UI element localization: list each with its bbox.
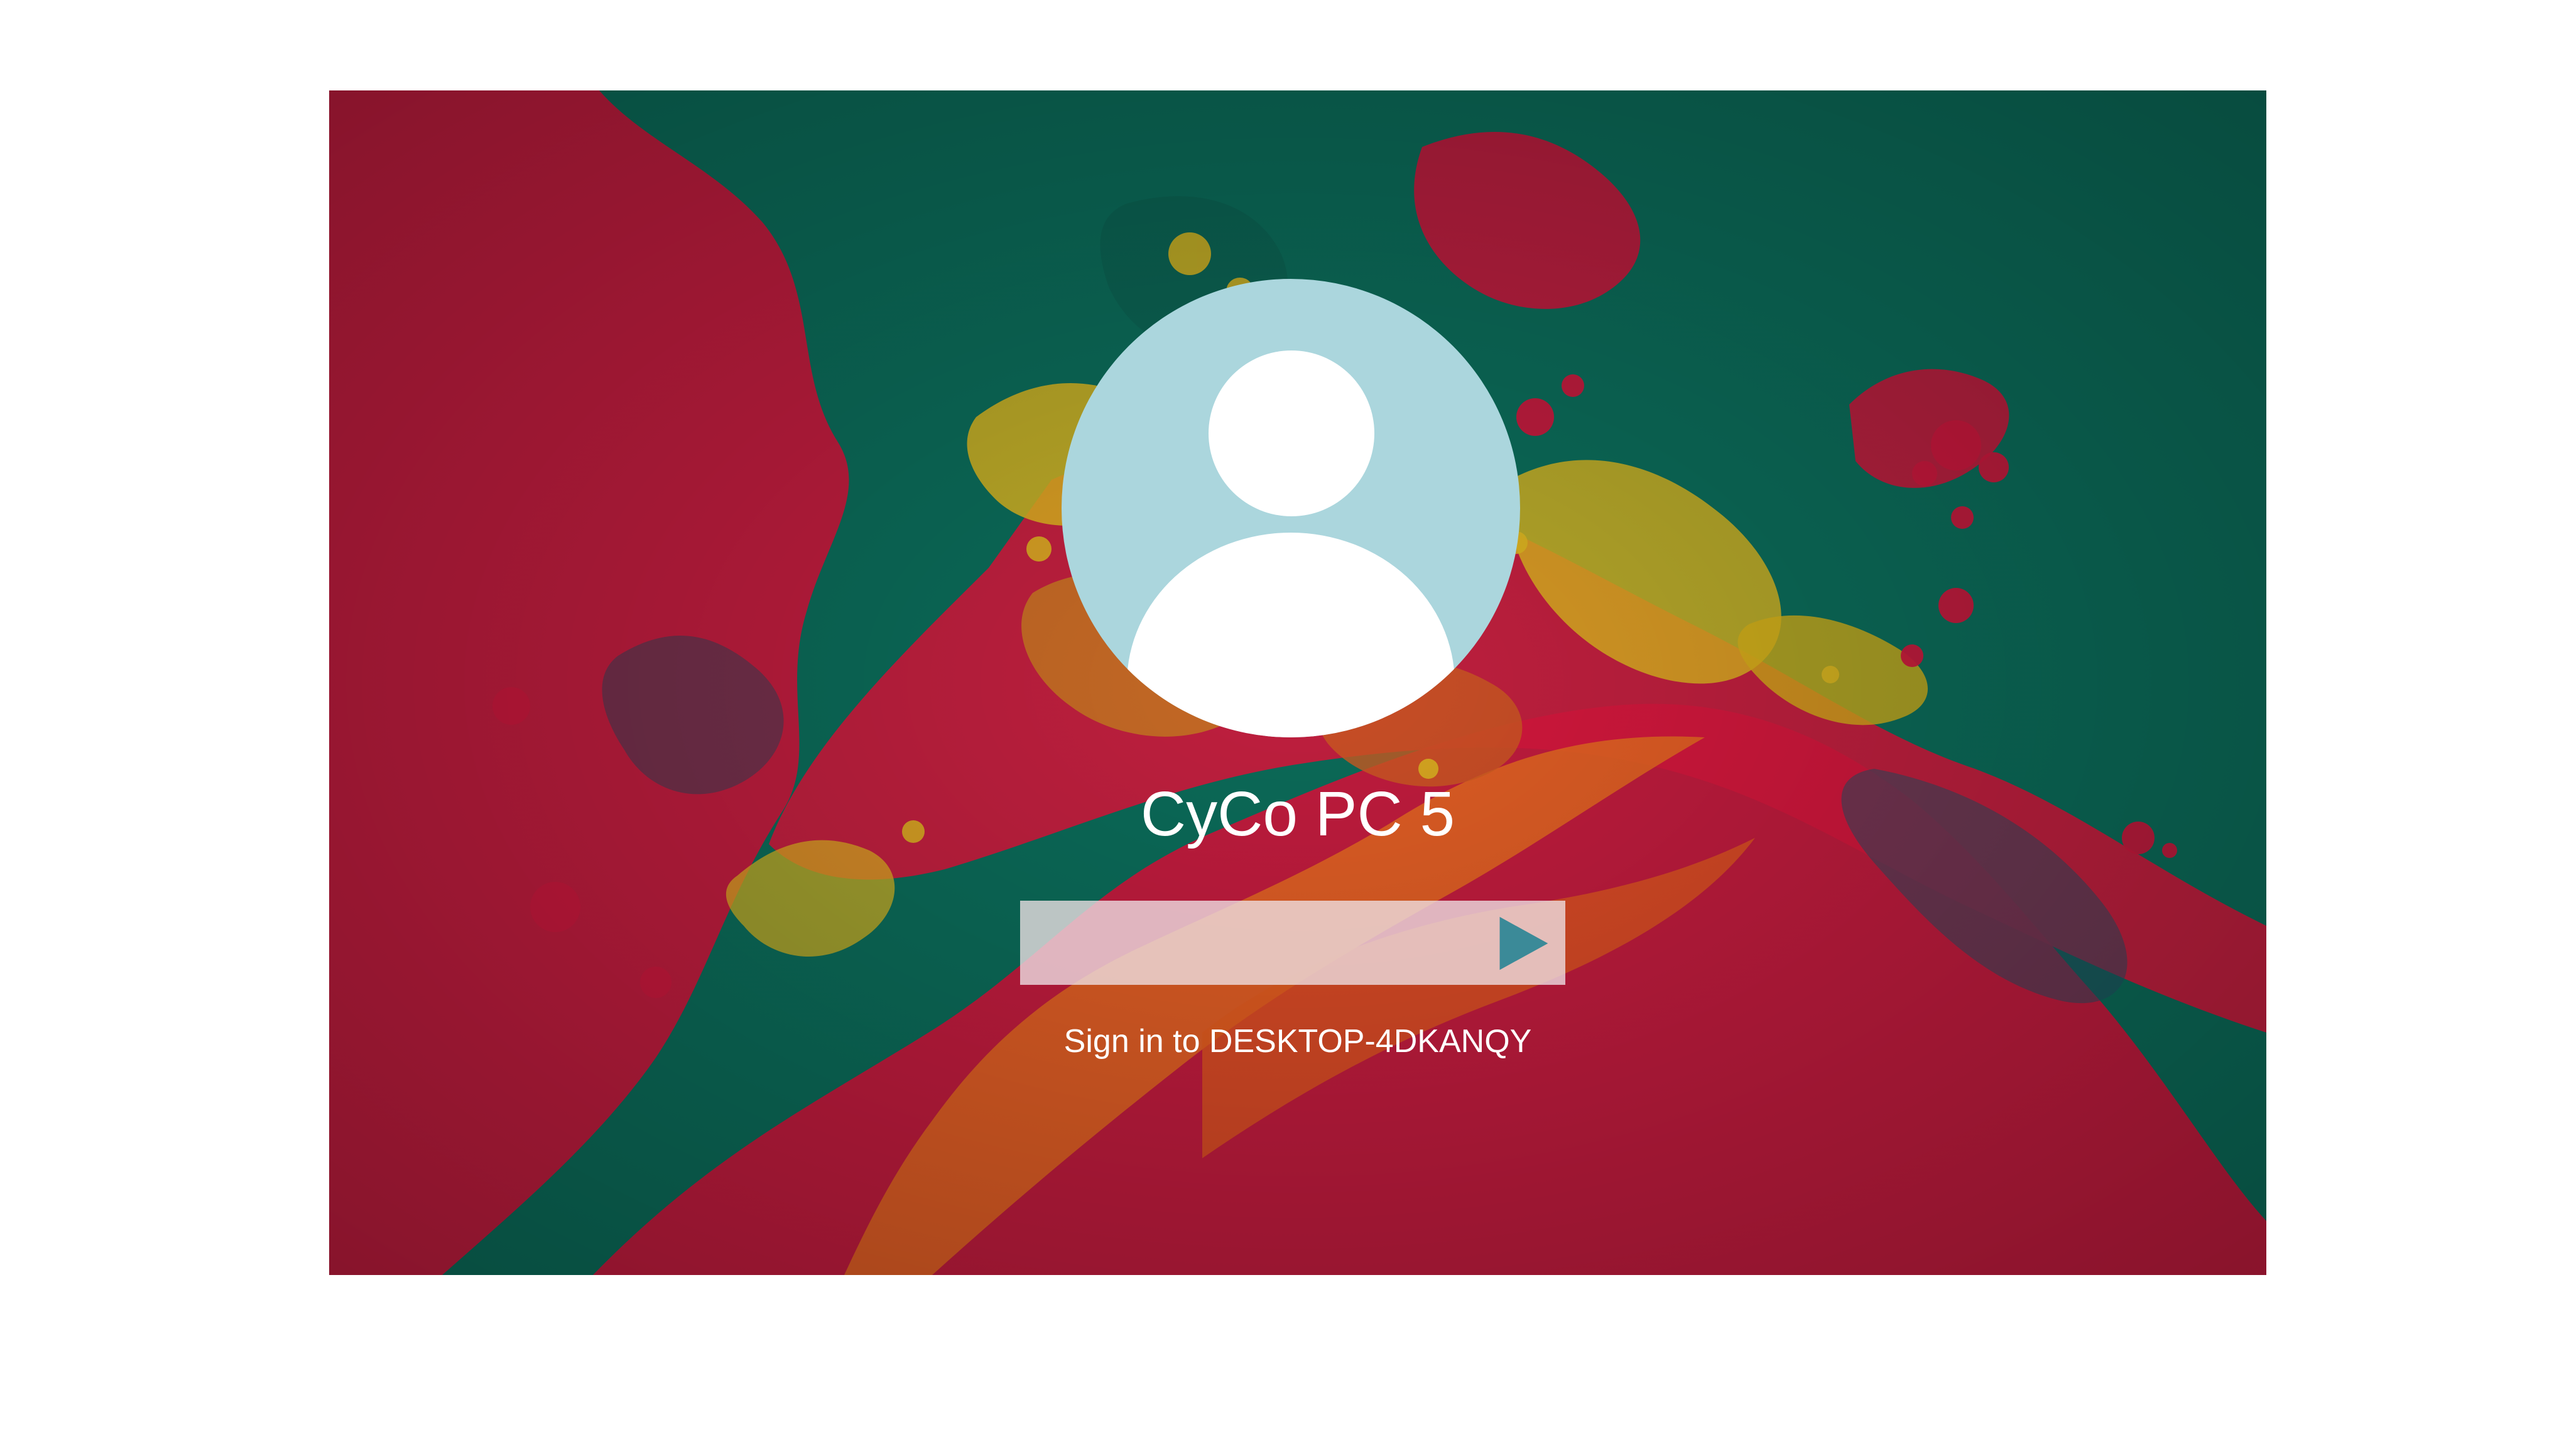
person-head-icon <box>1209 350 1374 516</box>
person-body-icon <box>1127 533 1455 737</box>
username-label: CyCo PC 5 <box>1140 779 1455 849</box>
password-input[interactable] <box>1020 901 1491 985</box>
password-box[interactable] <box>1020 901 1565 985</box>
arrow-right-icon <box>1499 916 1548 970</box>
sign-in-text: Sign in to DESKTOP-4DKANQY <box>1063 1023 1532 1060</box>
login-screen: CyCo PC 5 Sign in to DESKTOP-4DKANQY <box>329 90 2266 1275</box>
user-avatar <box>1062 279 1520 737</box>
submit-button[interactable] <box>1492 913 1553 974</box>
login-panel: CyCo PC 5 Sign in to DESKTOP-4DKANQY <box>329 90 2266 1275</box>
